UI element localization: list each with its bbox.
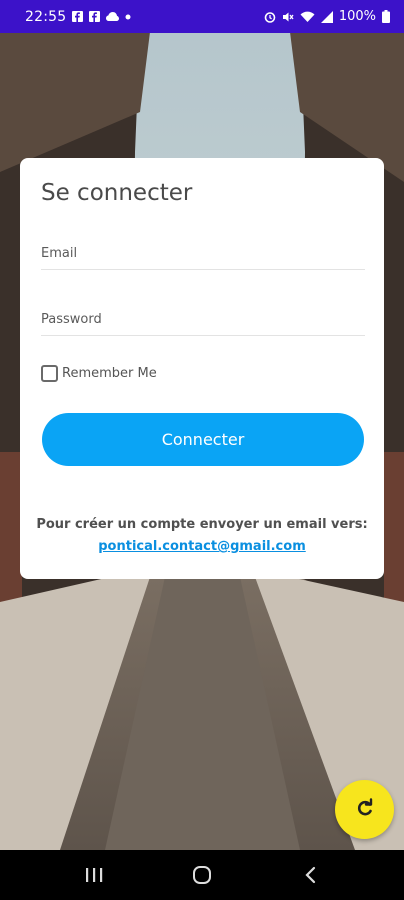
signup-text: Pour créer un compte envoyer un email ve… <box>36 517 368 532</box>
status-bar-left: 22:55 <box>25 9 131 25</box>
status-bar-right: 100% <box>264 9 390 24</box>
app-screen: 22:55 100% Se connecter Email Remember M… <box>0 0 404 900</box>
recents-icon[interactable] <box>74 855 114 895</box>
password-field-container <box>41 304 365 336</box>
login-card: Se connecter Remember Me Connecter Pour … <box>20 158 384 579</box>
email-field-container <box>41 238 365 270</box>
remember-me-checkbox[interactable] <box>41 365 58 382</box>
home-icon[interactable] <box>182 855 222 895</box>
signup-info: Pour créer un compte envoyer un email ve… <box>30 514 374 558</box>
battery-percent: 100% <box>338 9 376 24</box>
page-title: Se connecter <box>41 180 193 206</box>
back-icon[interactable] <box>290 855 330 895</box>
facebook-icon <box>72 11 84 22</box>
facebook-icon <box>89 11 101 22</box>
alarm-icon <box>264 11 276 23</box>
dot-icon <box>125 14 131 20</box>
remember-me-label: Remember Me <box>62 366 157 381</box>
signup-email-link[interactable]: pontical.contact@gmail.com <box>98 539 306 554</box>
email-field[interactable] <box>41 238 365 269</box>
cloud-icon <box>106 12 120 21</box>
status-bar: 22:55 100% <box>0 0 404 33</box>
refresh-button[interactable] <box>335 780 394 839</box>
navigation-bar <box>0 850 404 900</box>
mute-icon <box>282 11 294 23</box>
status-time: 22:55 <box>25 8 67 25</box>
remember-me[interactable]: Remember Me <box>41 365 157 382</box>
refresh-icon <box>355 798 375 821</box>
login-button[interactable]: Connecter <box>42 413 364 466</box>
signal-icon <box>320 10 333 23</box>
battery-icon <box>382 10 390 23</box>
password-field[interactable] <box>41 304 365 335</box>
wifi-icon <box>300 11 315 23</box>
